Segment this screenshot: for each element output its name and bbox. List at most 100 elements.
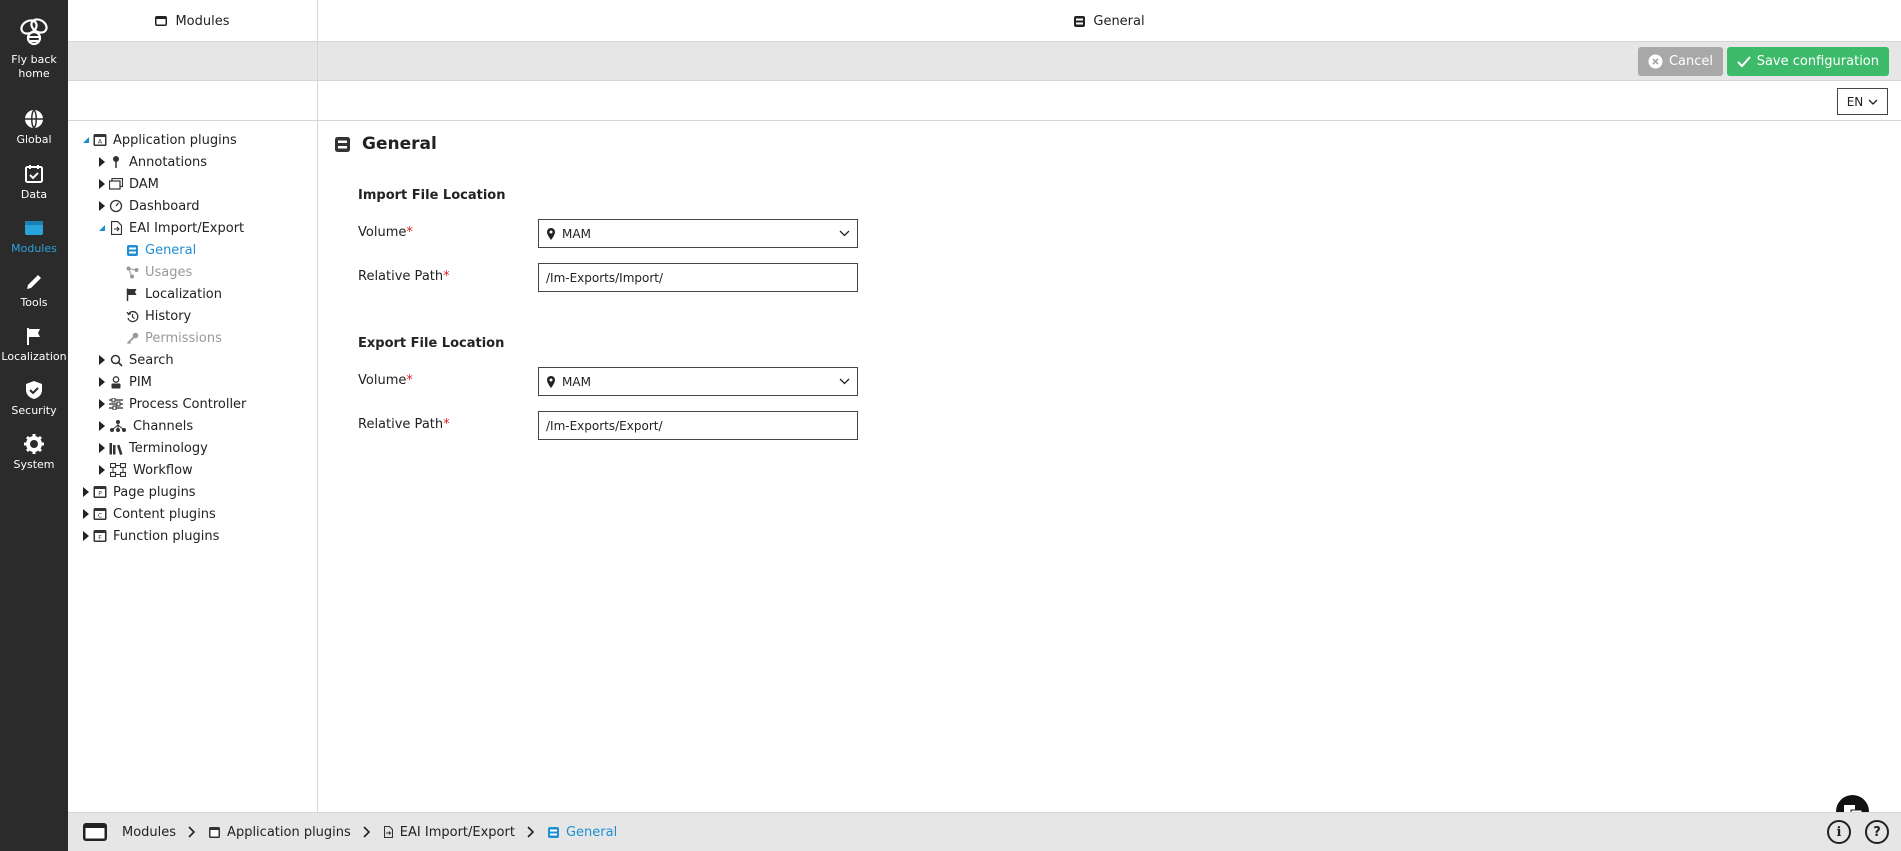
tree-item-application-plugins[interactable]: A Application plugins <box>80 130 237 150</box>
save-label: Save configuration <box>1756 54 1879 69</box>
header-right-title: General <box>1093 13 1145 29</box>
breadcrumb-general[interactable]: General <box>547 824 618 840</box>
tree-item-permissions[interactable]: Permissions <box>124 328 222 348</box>
tree-item-label: Localization <box>145 286 222 302</box>
nav-system-label: System <box>13 458 55 471</box>
nav-tools[interactable]: Tools <box>0 271 68 310</box>
collapsed-arrow-icon[interactable] <box>96 377 108 387</box>
breadcrumb-label: Modules <box>122 824 177 840</box>
tree-item-history[interactable]: History <box>124 306 191 326</box>
tree-item-label: Channels <box>133 418 194 434</box>
collapsed-arrow-icon[interactable] <box>96 465 108 475</box>
breadcrumb-label: EAI Import/Export <box>399 824 515 840</box>
expanded-arrow-icon[interactable] <box>80 136 92 144</box>
language-value: EN <box>1846 94 1864 109</box>
nav-data[interactable]: Data <box>0 163 68 202</box>
header-modules-tab[interactable]: Modules <box>68 0 318 42</box>
page-title-text: General <box>362 134 437 154</box>
breadcrumb-application-plugins[interactable]: Application plugins <box>209 825 351 840</box>
tree-item-search[interactable]: Search <box>96 350 174 370</box>
collapsed-arrow-icon[interactable] <box>96 157 108 167</box>
export-volume-label: Volume* <box>358 373 413 388</box>
tree-item-label: Workflow <box>133 462 193 478</box>
module-tree: A Application plugins Annotations DAM Da… <box>68 121 318 812</box>
nav-modules[interactable]: Modules <box>0 217 68 256</box>
check-icon <box>1737 55 1751 67</box>
tree-item-dam[interactable]: DAM <box>96 174 159 194</box>
nav-home-label: Fly back home <box>11 53 57 80</box>
tree-item-channels[interactable]: Channels <box>96 416 193 436</box>
flag-icon <box>27 328 40 345</box>
tree-item-function-plugins[interactable]: F Function plugins <box>80 526 219 546</box>
gear-icon <box>24 434 44 454</box>
breadcrumb: Modules Application plugins EAI Import/E… <box>83 823 617 841</box>
tree-item-eai-import-export[interactable]: EAI Import/Export <box>96 218 244 238</box>
window-icon <box>83 823 107 841</box>
tree-item-workflow[interactable]: Workflow <box>96 460 193 480</box>
toolbar-left-pane <box>68 42 318 81</box>
bee-icon <box>20 18 48 46</box>
chevron-down-icon <box>839 230 850 237</box>
chevron-down-icon <box>1868 99 1878 105</box>
save-configuration-button[interactable]: Save configuration <box>1726 47 1889 76</box>
breadcrumb-eai-import-export[interactable]: EAI Import/Export <box>383 824 515 840</box>
tree-item-label: Terminology <box>129 440 208 456</box>
collapsed-arrow-icon[interactable] <box>96 443 108 453</box>
export-section-title: Export File Location <box>358 336 505 351</box>
nav-security[interactable]: Security <box>0 379 68 418</box>
svg-text:P: P <box>98 491 102 498</box>
nav-global[interactable]: Global <box>0 108 68 147</box>
info-button[interactable]: i <box>1827 820 1851 844</box>
breadcrumb-modules[interactable]: Modules <box>83 823 176 841</box>
tree-item-content-plugins[interactable]: C Content plugins <box>80 504 216 524</box>
collapsed-arrow-icon[interactable] <box>80 509 92 519</box>
header-general-tab[interactable]: General <box>318 0 1901 42</box>
help-button[interactable]: ? <box>1865 820 1889 844</box>
cancel-button[interactable]: Cancel <box>1637 47 1723 76</box>
language-select[interactable]: EN <box>1837 88 1888 115</box>
export-path-value: /Im-Exports/Export/ <box>546 418 663 433</box>
plugin-category-icon: C <box>92 506 108 522</box>
chevron-right-icon <box>363 826 370 838</box>
import-volume-select[interactable]: MAM <box>538 219 858 248</box>
tree-item-annotations[interactable]: Annotations <box>96 152 207 172</box>
nav-data-label: Data <box>20 188 48 201</box>
collapsed-arrow-icon[interactable] <box>96 421 108 431</box>
nav-system[interactable]: System <box>0 433 68 472</box>
svg-text:C: C <box>98 513 102 520</box>
tree-item-pim[interactable]: PIM <box>96 372 152 392</box>
collapsed-arrow-icon[interactable] <box>96 355 108 365</box>
share-nodes-icon <box>124 264 140 280</box>
export-volume-select[interactable]: MAM <box>538 367 858 396</box>
tree-item-localization[interactable]: Localization <box>124 284 222 304</box>
export-relative-path-input[interactable]: /Im-Exports/Export/ <box>538 411 858 440</box>
tree-item-process-controller[interactable]: Process Controller <box>96 394 246 414</box>
tree-item-page-plugins[interactable]: P Page plugins <box>80 482 196 502</box>
collapsed-arrow-icon[interactable] <box>96 179 108 189</box>
form-icon <box>1074 15 1086 27</box>
tree-item-label: General <box>145 242 197 258</box>
nav-localization[interactable]: Localization <box>0 325 68 364</box>
collapsed-arrow-icon[interactable] <box>80 487 92 497</box>
collapsed-arrow-icon[interactable] <box>80 531 92 541</box>
breadcrumb-label: General <box>565 824 618 840</box>
collapsed-arrow-icon[interactable] <box>96 399 108 409</box>
nav-security-label: Security <box>11 404 57 417</box>
tree-item-label: EAI Import/Export <box>129 220 245 236</box>
plugin-category-icon: A <box>92 132 108 148</box>
expanded-arrow-icon[interactable] <box>96 224 108 232</box>
nav-home[interactable]: Fly back home <box>0 14 68 81</box>
collapsed-arrow-icon[interactable] <box>96 201 108 211</box>
tree-item-terminology[interactable]: Terminology <box>96 438 208 458</box>
sliders-icon <box>108 396 124 412</box>
import-relative-path-input[interactable]: /Im-Exports/Import/ <box>538 263 858 292</box>
pin-icon <box>108 154 124 170</box>
import-volume-label: Volume* <box>358 225 413 240</box>
footer-icons: i ? <box>1827 820 1889 844</box>
tree-item-label: History <box>145 308 192 324</box>
tree-item-dashboard[interactable]: Dashboard <box>96 196 200 216</box>
search-icon <box>108 352 124 368</box>
tree-item-general[interactable]: General <box>124 240 196 260</box>
language-bar-left-pane <box>68 81 318 121</box>
tree-item-usages[interactable]: Usages <box>124 262 192 282</box>
